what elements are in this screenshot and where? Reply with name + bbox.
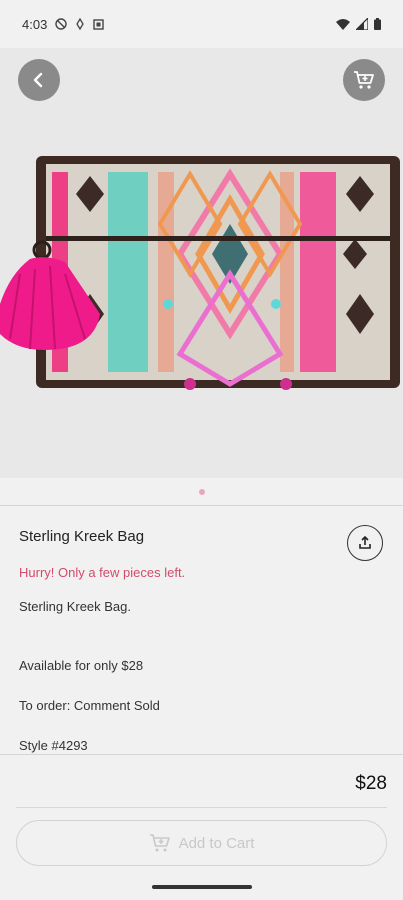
notification-icon xyxy=(93,18,105,30)
product-title: Sterling Kreek Bag xyxy=(19,528,145,545)
description-line: Sterling Kreek Bag. xyxy=(19,599,132,614)
stock-urgency-text: Hurry! Only a few pieces left. xyxy=(19,565,186,580)
divider xyxy=(0,754,403,755)
product-image-carousel[interactable] xyxy=(0,48,403,478)
add-to-cart-label: Add to Cart xyxy=(178,834,255,852)
status-time: 4:03 xyxy=(22,16,48,32)
dnd-icon xyxy=(55,18,68,30)
product-photo xyxy=(0,156,400,390)
gesture-nav-handle[interactable] xyxy=(152,885,252,889)
back-button[interactable] xyxy=(18,59,60,101)
description-line: Available for only $28 xyxy=(19,658,144,673)
cart-icon xyxy=(354,71,374,89)
battery-icon xyxy=(374,18,381,30)
carousel-dot-active xyxy=(198,489,205,495)
signal-icon xyxy=(356,18,368,30)
share-icon xyxy=(359,536,371,549)
data-saver-icon xyxy=(76,18,85,30)
description-line: Style #4293 xyxy=(19,738,88,753)
description-line: To order: Comment Sold xyxy=(19,698,160,713)
divider xyxy=(16,807,387,808)
add-to-cart-button[interactable]: Add to Cart xyxy=(16,820,387,866)
cart-button[interactable] xyxy=(343,59,385,101)
status-bar: 4:03 xyxy=(0,0,403,48)
wifi-icon xyxy=(336,19,350,30)
share-button[interactable] xyxy=(347,525,383,561)
carousel-indicator xyxy=(0,478,403,506)
arrow-left-icon xyxy=(33,72,43,88)
cart-icon xyxy=(149,834,170,852)
product-info: Sterling Kreek Bag Hurry! Only a few pie… xyxy=(0,506,403,754)
product-price: $28 xyxy=(355,773,387,794)
